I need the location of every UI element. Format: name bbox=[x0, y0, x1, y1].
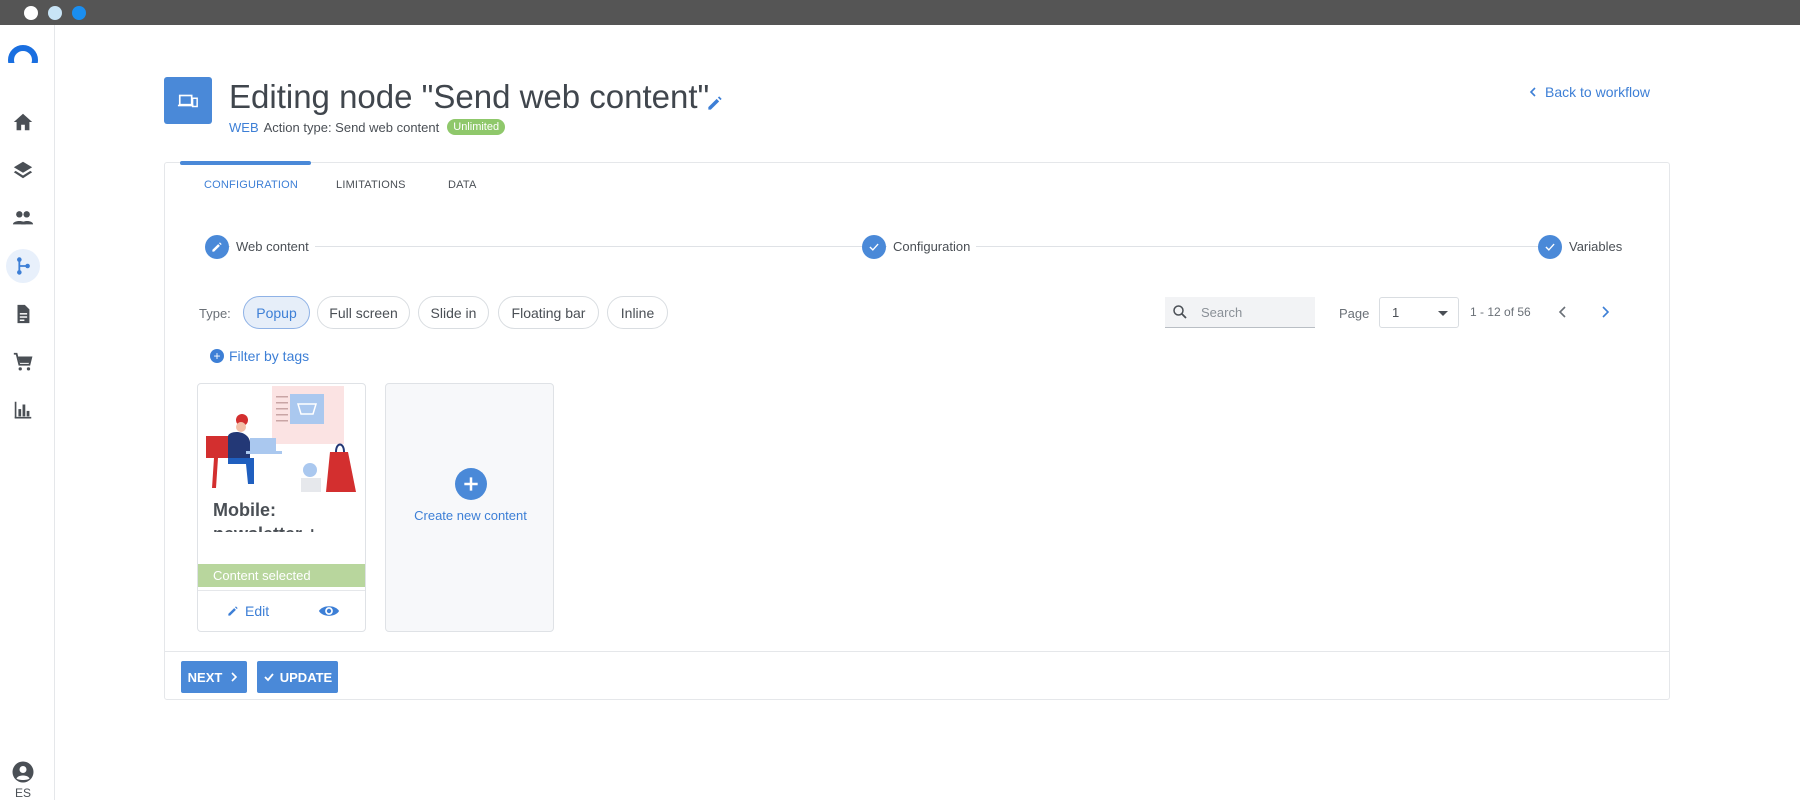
current-page-value: 1 bbox=[1392, 305, 1400, 320]
search-icon bbox=[1173, 305, 1187, 319]
node-type-icon bbox=[164, 77, 212, 124]
window-titlebar bbox=[0, 0, 1800, 25]
check-icon bbox=[869, 243, 879, 251]
tab-data[interactable]: DATA bbox=[448, 179, 477, 191]
step-variables[interactable] bbox=[1538, 235, 1562, 259]
workflow-icon bbox=[17, 257, 30, 275]
window-close-button[interactable] bbox=[24, 6, 38, 20]
active-tab-indicator bbox=[180, 161, 311, 165]
preview-eye-icon[interactable] bbox=[318, 603, 340, 619]
page-title: Editing node "Send web content" bbox=[229, 78, 710, 115]
brand-logo-icon[interactable] bbox=[8, 45, 38, 63]
caret-down-icon bbox=[1438, 311, 1448, 316]
action-type-label: Action type: Send web content bbox=[263, 119, 440, 135]
edit-label: Edit bbox=[245, 603, 270, 619]
edit-title-pencil-icon[interactable] bbox=[705, 93, 725, 113]
step-configuration[interactable] bbox=[862, 235, 886, 259]
check-icon bbox=[1545, 243, 1555, 251]
back-to-workflow-link[interactable]: Back to workflow bbox=[1527, 84, 1650, 100]
window-maximize-button[interactable] bbox=[72, 6, 86, 20]
type-chip-popup[interactable]: Popup bbox=[243, 296, 310, 329]
type-chip-floating-bar[interactable]: Floating bar bbox=[498, 296, 599, 329]
update-button-label: UPDATE bbox=[279, 669, 333, 685]
user-initials: ES bbox=[14, 786, 31, 800]
pencil-icon bbox=[212, 242, 222, 252]
create-new-content-card[interactable]: Create new content bbox=[385, 383, 554, 632]
sidebar-item-reports[interactable] bbox=[6, 393, 40, 427]
sidebar-item-commerce[interactable] bbox=[6, 345, 40, 379]
next-page-chevron-right-icon[interactable] bbox=[1597, 304, 1613, 320]
page-label: Page bbox=[1339, 306, 1370, 321]
footer-divider bbox=[165, 651, 1669, 652]
back-link-label: Back to workflow bbox=[1545, 84, 1651, 100]
content-card-actions: Edit bbox=[198, 590, 365, 631]
next-button-label: NEXT bbox=[187, 669, 223, 685]
filter-by-tags-link[interactable]: + Filter by tags bbox=[210, 348, 309, 364]
node-subtitle: WEB Action type: Send web content Unlimi… bbox=[229, 119, 506, 135]
sidebar-item-workflows[interactable] bbox=[6, 249, 40, 283]
sidebar-item-audience[interactable] bbox=[6, 201, 40, 235]
page-select[interactable]: 1 bbox=[1379, 297, 1459, 328]
sidebar-item-documents[interactable] bbox=[6, 297, 40, 331]
plus-icon bbox=[455, 468, 487, 500]
user-avatar-icon bbox=[12, 761, 34, 783]
check-icon bbox=[264, 673, 274, 682]
layers-icon bbox=[13, 161, 33, 179]
editor-panel: CONFIGURATION LIMITATIONS DATA Web conte… bbox=[164, 161, 1670, 700]
people-icon bbox=[12, 211, 34, 225]
next-button[interactable]: NEXT bbox=[181, 661, 247, 693]
prev-page-chevron-left-icon[interactable] bbox=[1555, 304, 1571, 320]
search-input[interactable] bbox=[1201, 304, 1301, 320]
edit-content-button[interactable]: Edit bbox=[226, 603, 269, 619]
user-menu[interactable]: ES bbox=[10, 760, 36, 800]
type-chip-inline[interactable]: Inline bbox=[607, 296, 668, 329]
type-chip-full-screen[interactable]: Full screen bbox=[317, 296, 410, 329]
type-filter-label: Type: bbox=[199, 306, 231, 321]
content-selected-status: Content selected bbox=[198, 564, 365, 587]
step-label-variables: Variables bbox=[1563, 239, 1629, 254]
sidebar-item-home[interactable] bbox=[6, 105, 40, 139]
step-label-web-content: Web content bbox=[230, 239, 315, 254]
window-minimize-button[interactable] bbox=[48, 6, 62, 20]
content-card[interactable]: Mobile: newsletter + discount Content se… bbox=[197, 383, 366, 632]
channel-label: WEB bbox=[229, 119, 259, 135]
add-circle-icon: + bbox=[210, 349, 224, 363]
update-button[interactable]: UPDATE bbox=[257, 661, 338, 693]
step-web-content[interactable] bbox=[205, 235, 229, 259]
tab-limitations[interactable]: LIMITATIONS bbox=[336, 179, 406, 191]
search-field[interactable] bbox=[1165, 297, 1315, 328]
type-chip-slide-in[interactable]: Slide in bbox=[418, 296, 489, 329]
chevron-right-icon bbox=[231, 672, 238, 682]
cart-icon bbox=[13, 352, 33, 371]
limit-badge: Unlimited bbox=[447, 119, 506, 135]
filter-by-tags-label: Filter by tags bbox=[229, 348, 310, 364]
sidebar: ES bbox=[0, 25, 55, 800]
step-label-configuration: Configuration bbox=[887, 239, 977, 254]
content-card-title: Mobile: newsletter + discount bbox=[213, 500, 318, 532]
create-new-content-label: Create new content bbox=[414, 508, 527, 523]
content-thumbnail-illustration bbox=[206, 386, 356, 492]
sidebar-item-layers[interactable] bbox=[6, 153, 40, 187]
chevron-left-icon bbox=[1529, 87, 1536, 97]
home-icon bbox=[13, 113, 33, 131]
tab-configuration[interactable]: CONFIGURATION bbox=[204, 179, 298, 191]
pagination-range: 1 - 12 of 56 bbox=[1470, 305, 1531, 319]
document-icon bbox=[17, 304, 30, 324]
devices-icon bbox=[177, 94, 198, 107]
bar-chart-icon bbox=[14, 401, 32, 419]
pencil-icon bbox=[228, 606, 238, 616]
